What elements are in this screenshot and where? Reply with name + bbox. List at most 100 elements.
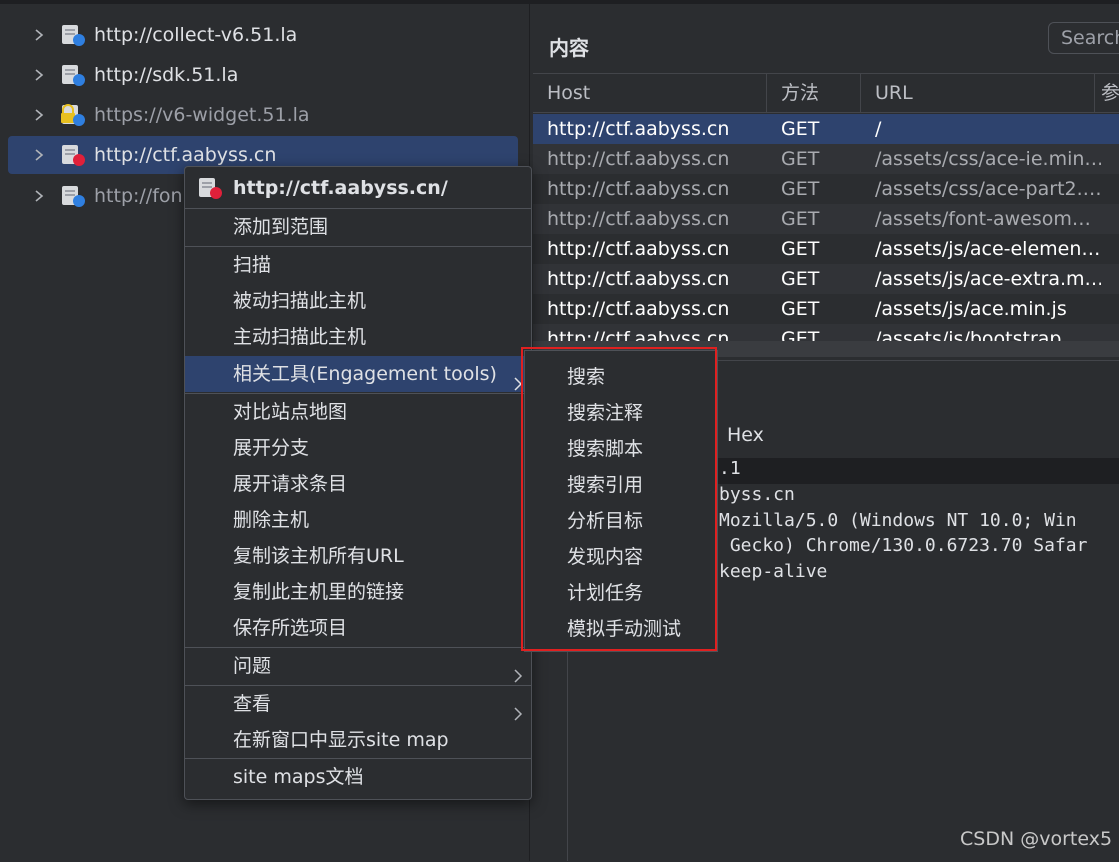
chevron-right-icon[interactable] [32,189,46,203]
menu-item-label: 相关工具(Engagement tools) [233,363,497,385]
menu-item-active-scan[interactable]: 主动扫描此主机 [185,319,531,355]
menu-item-expand-branch[interactable]: 展开分支 [185,430,531,466]
cell-method: GET [781,148,820,170]
menu-item-add-to-scope[interactable]: 添加到范围 [185,209,531,245]
menu-item-issues[interactable]: 问题 [185,648,531,684]
site-folder-icon [60,23,86,47]
cell-url: /assets/css/ace-part2.… [875,178,1101,200]
menu-item-label: 在新窗口中显示site map [233,729,449,751]
menu-item-label: 对比站点地图 [233,401,348,423]
tree-item-label: http://fon [94,185,183,207]
menu-item-site-map-docs[interactable]: site maps文档 [185,759,531,795]
search-input[interactable]: Search [1048,22,1119,54]
table-row[interactable]: http://ctf.aabyss.cn GET /assets/font-aw… [533,204,1119,234]
site-folder-icon [60,143,86,167]
cell-method: GET [781,208,820,230]
tree-item-label: http://sdk.51.la [94,64,239,86]
tree-item-sdk[interactable]: http://sdk.51.la [8,56,518,94]
table-row[interactable]: http://ctf.aabyss.cn GET /assets/js/ace.… [533,294,1119,324]
menu-item-copy-links[interactable]: 复制此主机里的链接 [185,574,531,610]
table-row[interactable]: http://ctf.aabyss.cn GET /assets/css/ace… [533,174,1119,204]
menu-item-label: 问题 [233,655,272,677]
code-line: keep-alive [719,561,828,582]
tree-item-label: http://ctf.aabyss.cn [94,144,277,166]
lock-site-icon [60,103,86,127]
cell-host: http://ctf.aabyss.cn [547,298,730,320]
cell-method: GET [781,118,820,140]
column-header-url[interactable]: URL [861,74,1095,112]
cell-url: /assets/font-awesom… [875,208,1091,230]
cell-url: /assets/js/ace-elemen… [875,238,1101,260]
cell-url: /assets/js/ace-extra.m… [875,268,1101,290]
menu-item-label: 删除主机 [233,509,310,531]
menu-item-label: site maps文档 [233,766,364,788]
code-line: Mozilla/5.0 (Windows NT 10.0; Win [719,510,1077,531]
cell-method: GET [781,268,820,290]
content-title: 内容 [549,36,589,60]
tree-item-widget[interactable]: https://v6-widget.51.la [8,96,518,134]
chevron-right-icon[interactable] [32,28,46,42]
chevron-right-icon[interactable] [32,68,46,82]
cell-host: http://ctf.aabyss.cn [547,118,730,140]
menu-item-label: 被动扫描此主机 [233,290,367,312]
cell-url: /assets/css/ace-ie.min… [875,148,1101,170]
table-row[interactable]: http://ctf.aabyss.cn GET /assets/css/ace… [533,144,1119,174]
menu-item-label: 展开分支 [233,437,310,459]
code-line: Gecko) Chrome/130.0.6723.70 Safar [719,535,1088,556]
chevron-right-icon [513,697,523,721]
menu-item-show-new-window[interactable]: 在新窗口中显示site map [185,722,531,758]
menu-item-copy-urls[interactable]: 复制该主机所有URL [185,538,531,574]
table-row[interactable]: http://ctf.aabyss.cn GET / [533,114,1119,144]
cell-url: /assets/js/ace.min.js [875,298,1067,320]
cell-host: http://ctf.aabyss.cn [547,238,730,260]
chevron-right-icon[interactable] [32,148,46,162]
tree-item-label: http://collect-v6.51.la [94,24,298,46]
menu-item-engagement-tools[interactable]: 相关工具(Engagement tools) [185,356,531,392]
menu-header: http://ctf.aabyss.cn/ [185,167,531,208]
code-line: byss.cn [719,484,795,505]
menu-item-label: 主动扫描此主机 [233,326,367,348]
cell-host: http://ctf.aabyss.cn [547,178,730,200]
code-line: .1 [719,458,741,479]
context-menu: http://ctf.aabyss.cn/ 添加到范围 扫描 被动扫描此主机 主… [184,166,532,800]
column-header-host[interactable]: Host [533,74,767,112]
site-folder-icon [197,176,223,200]
chevron-right-icon[interactable] [32,108,46,122]
cell-host: http://ctf.aabyss.cn [547,208,730,230]
menu-item-compare-site-maps[interactable]: 对比站点地图 [185,394,531,430]
chevron-right-icon [513,659,523,683]
site-folder-icon [60,63,86,87]
menu-header-label: http://ctf.aabyss.cn/ [233,176,448,199]
cell-method: GET [781,298,820,320]
tree-item-collect[interactable]: http://collect-v6.51.la [8,16,518,54]
menu-item-label: 复制此主机里的链接 [233,581,405,603]
site-folder-icon [60,184,86,208]
column-header-method[interactable]: 方法 [767,74,861,112]
request-table: Host 方法 URL 参 http://ctf.aabyss.cn GET /… [533,73,1119,346]
menu-item-save-selected[interactable]: 保存所选项目 [185,610,531,646]
menu-item-label: 展开请求条目 [233,473,348,495]
cell-host: http://ctf.aabyss.cn [547,148,730,170]
cell-url: / [875,118,882,140]
tree-item-label: https://v6-widget.51.la [94,104,310,126]
cell-method: GET [781,178,820,200]
cell-host: http://ctf.aabyss.cn [547,268,730,290]
menu-item-label: 扫描 [233,254,272,276]
menu-item-label: 复制该主机所有URL [233,545,404,567]
cell-method: GET [781,238,820,260]
menu-item-label: 添加到范围 [233,216,329,238]
menu-item-expand-requested[interactable]: 展开请求条目 [185,466,531,502]
tab-hex[interactable]: Hex [727,424,764,446]
table-row[interactable]: http://ctf.aabyss.cn GET /assets/js/ace-… [533,264,1119,294]
watermark: CSDN @vortex5 [960,828,1113,850]
menu-item-delete-host[interactable]: 删除主机 [185,502,531,538]
menu-item-passive-scan[interactable]: 被动扫描此主机 [185,283,531,319]
column-header-params[interactable]: 参 [1095,74,1119,112]
highlight-box [521,347,717,651]
menu-item-scan[interactable]: 扫描 [185,247,531,283]
menu-item-view[interactable]: 查看 [185,686,531,722]
menu-item-label: 查看 [233,693,272,715]
table-header: Host 方法 URL 参 [533,74,1119,113]
table-row[interactable]: http://ctf.aabyss.cn GET /assets/js/ace-… [533,234,1119,264]
menu-item-label: 保存所选项目 [233,617,348,639]
